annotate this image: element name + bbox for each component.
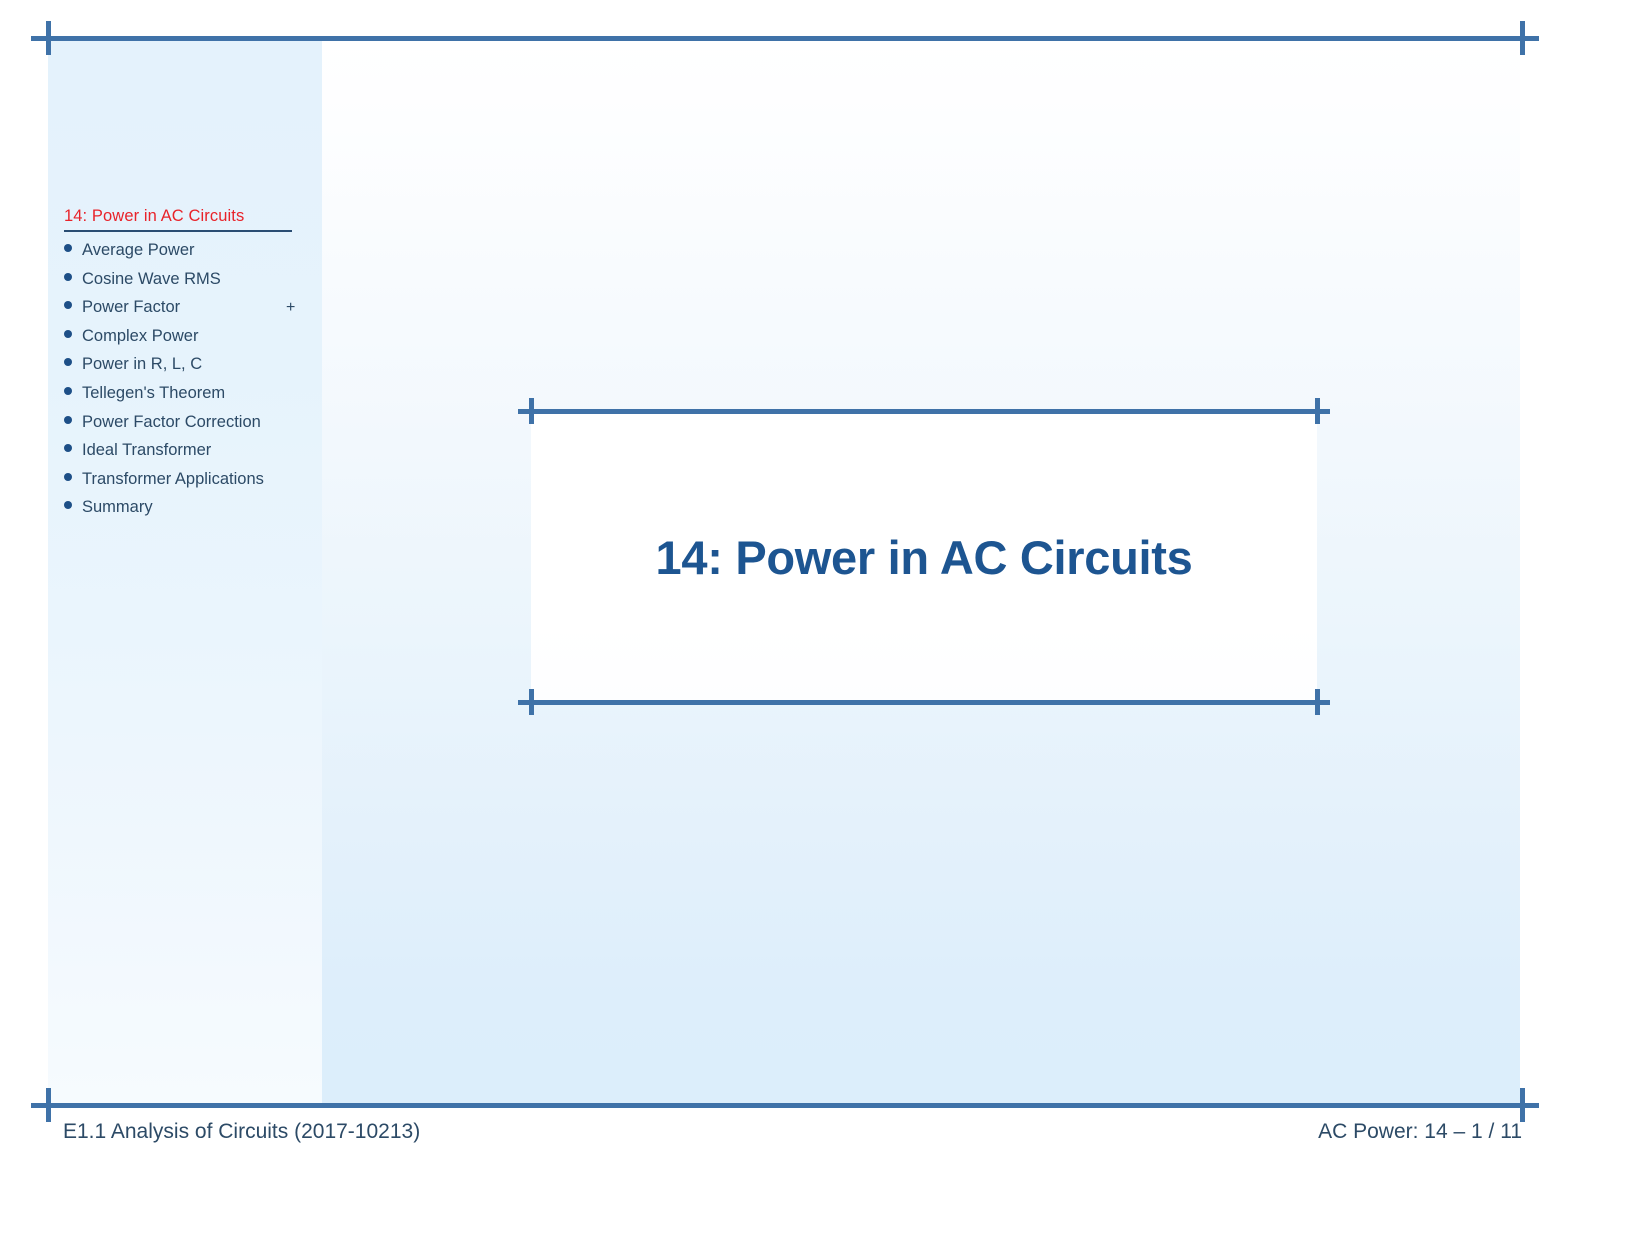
slide-canvas: 14: Power in AC Circuits Average Power C… — [0, 0, 1650, 1237]
sidebar-item-label: Power in R, L, C — [82, 355, 203, 374]
sidebar-item-label: Tellegen's Theorem — [82, 383, 226, 402]
sidebar-item-average-power[interactable]: Average Power — [64, 240, 314, 269]
footer-rule — [48, 1103, 1522, 1108]
sidebar-navigation: 14: Power in AC Circuits Average Power C… — [64, 206, 314, 526]
title-crop-mark-top-left — [518, 398, 544, 424]
footer-course-label: E1.1 Analysis of Circuits (2017-10213) — [63, 1120, 421, 1143]
sidebar-item-ideal-transformer[interactable]: Ideal Transformer — [64, 440, 314, 469]
sidebar-item-power-in-rlc[interactable]: Power in R, L, C — [64, 354, 314, 383]
title-crop-mark-top-right — [1304, 398, 1330, 424]
bullet-icon — [64, 301, 72, 310]
sidebar-item-label: Transformer Applications — [82, 469, 264, 488]
bullet-icon — [64, 501, 72, 510]
sidebar-item-label: Ideal Transformer — [82, 441, 212, 460]
sidebar-item-cosine-wave-rms[interactable]: Cosine Wave RMS — [64, 269, 314, 298]
crop-mark-top-left — [31, 21, 65, 55]
header-rule — [48, 36, 1522, 41]
title-crop-mark-bottom-right — [1304, 689, 1330, 715]
bullet-icon — [64, 329, 72, 338]
bullet-icon — [64, 472, 72, 481]
sidebar-heading: 14: Power in AC Circuits — [64, 207, 245, 225]
bullet-icon — [64, 386, 72, 395]
sidebar-item-power-factor-correction[interactable]: Power Factor Correction — [64, 412, 314, 441]
crop-mark-bottom-left — [31, 1088, 65, 1122]
crop-mark-bottom-right — [1505, 1088, 1539, 1122]
sidebar-item-label: Average Power — [82, 241, 195, 259]
sidebar-item-label: Power Factor — [82, 298, 181, 317]
bullet-icon — [64, 244, 72, 252]
crop-mark-top-right — [1505, 21, 1539, 55]
title-crop-mark-bottom-left — [518, 689, 544, 715]
footer-page-indicator: AC Power: 14 – 1 / 11 — [1318, 1120, 1522, 1143]
bullet-icon — [64, 358, 72, 367]
sidebar: 14: Power in AC Circuits Average Power C… — [48, 38, 322, 1105]
page-title: 14: Power in AC Circuits — [655, 530, 1193, 584]
sidebar-item-label: Cosine Wave RMS — [82, 269, 221, 288]
bullet-icon — [64, 272, 72, 281]
sidebar-item-power-factor[interactable]: Power Factor — [64, 297, 314, 326]
sidebar-item-summary[interactable]: Summary — [64, 497, 314, 526]
sidebar-item-label: Complex Power — [82, 326, 199, 345]
bullet-icon — [64, 415, 72, 424]
title-block: 14: Power in AC Circuits — [518, 398, 1330, 715]
sidebar-item-label: Summary — [82, 498, 153, 517]
sidebar-heading-underline — [64, 230, 292, 232]
sidebar-item-transformer-applications[interactable]: Transformer Applications — [64, 469, 314, 498]
sidebar-item-tellegens-theorem[interactable]: Tellegen's Theorem — [64, 383, 314, 412]
plus-icon: + — [286, 299, 296, 316]
sidebar-item-label: Power Factor Correction — [82, 412, 261, 431]
sidebar-item-complex-power[interactable]: Complex Power — [64, 326, 314, 355]
bullet-icon — [64, 444, 72, 453]
